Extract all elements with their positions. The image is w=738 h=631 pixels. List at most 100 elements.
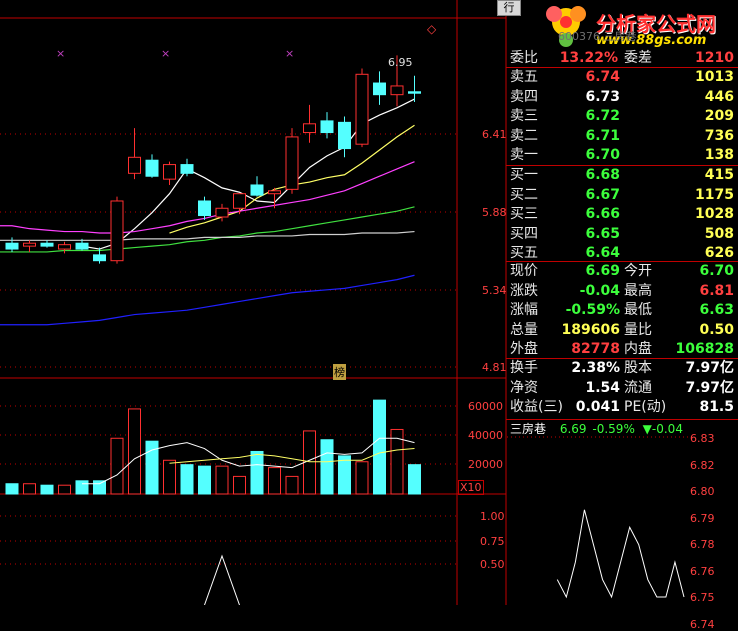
candle-body[interactable] bbox=[93, 254, 106, 262]
candle-body[interactable] bbox=[5, 242, 19, 250]
mini-axis-label: 6.82 bbox=[690, 458, 715, 472]
volume-bar[interactable] bbox=[408, 464, 421, 495]
order-price: 6.73 bbox=[585, 88, 620, 105]
volume-axis-label: 60000 bbox=[468, 400, 503, 413]
volume-bar[interactable] bbox=[373, 399, 386, 495]
candle-body[interactable] bbox=[145, 159, 159, 177]
volume-bar[interactable] bbox=[338, 455, 351, 495]
candlestick-series[interactable] bbox=[5, 55, 421, 264]
candle-body[interactable] bbox=[373, 82, 386, 96]
rank-marker[interactable]: 榜 bbox=[333, 364, 346, 380]
volume-bar[interactable] bbox=[40, 484, 54, 495]
candle-body[interactable] bbox=[180, 164, 194, 174]
candle-body[interactable] bbox=[198, 200, 211, 217]
candle-body[interactable] bbox=[390, 85, 404, 96]
volume-bar[interactable] bbox=[320, 439, 334, 495]
candle-body[interactable] bbox=[303, 123, 316, 134]
weibi-row: 委比 13.22% 委差 1210 bbox=[506, 49, 738, 67]
volume-bar[interactable] bbox=[233, 475, 246, 495]
stat-value: 6.63 bbox=[699, 302, 734, 318]
stat-row: 涨幅 -0.59% 最低 6.63 bbox=[506, 301, 738, 319]
mini-axis-label: 6.83 bbox=[690, 432, 715, 445]
stat-label: 内盘 bbox=[624, 341, 652, 357]
stat-row: 总量 189606 量比 0.50 bbox=[506, 321, 738, 339]
ask-row[interactable]: 卖二 6.71 736 bbox=[506, 127, 738, 145]
candle-body[interactable] bbox=[128, 156, 141, 174]
diamond-icon[interactable]: ◇ bbox=[427, 22, 436, 36]
order-price: 6.71 bbox=[585, 127, 620, 144]
candle-body[interactable] bbox=[233, 193, 246, 209]
candle-body[interactable] bbox=[215, 207, 229, 218]
bid-row[interactable]: 买三 6.66 1028 bbox=[506, 205, 738, 223]
stat-label: 量比 bbox=[624, 321, 652, 338]
order-price: 6.72 bbox=[585, 108, 620, 124]
order-volume: 1028 bbox=[695, 206, 734, 222]
volume-bar[interactable] bbox=[268, 467, 281, 495]
candle-body[interactable] bbox=[320, 120, 334, 134]
stat-value: 0.50 bbox=[699, 321, 734, 338]
candle-body[interactable] bbox=[75, 242, 89, 250]
candle-body[interactable] bbox=[338, 121, 351, 150]
volume-bars[interactable] bbox=[5, 399, 421, 495]
volume-bar[interactable] bbox=[58, 484, 71, 495]
bid-row[interactable]: 买四 6.65 508 bbox=[506, 225, 738, 243]
ask-row[interactable]: 卖三 6.72 209 bbox=[506, 107, 738, 125]
candle-body[interactable] bbox=[408, 91, 421, 94]
bid-row[interactable]: 买二 6.67 1175 bbox=[506, 186, 738, 204]
ghost-stock-name: 600376 三房巷 bbox=[558, 30, 637, 43]
candle-body[interactable] bbox=[23, 242, 36, 247]
weibi-value: 13.22% bbox=[559, 50, 618, 66]
stat-label: 收益(三) bbox=[510, 399, 563, 415]
candle-body[interactable] bbox=[40, 242, 54, 247]
volume-bar[interactable] bbox=[110, 437, 124, 495]
mini-chart-title[interactable]: 三房巷 6.69 -0.59% ▼-0.04 bbox=[510, 421, 683, 437]
volume-bar[interactable] bbox=[250, 450, 264, 495]
order-price: 6.70 bbox=[585, 147, 620, 163]
candle-body[interactable] bbox=[250, 184, 264, 196]
stat-label: 净资 bbox=[510, 379, 538, 396]
site-logo[interactable]: 分析家公式网 www.88gs.com 600376 三房巷 bbox=[536, 0, 738, 50]
bid-row[interactable]: 买五 6.64 626 bbox=[506, 244, 738, 262]
stat-label: 最高 bbox=[624, 282, 652, 299]
volume-bar[interactable] bbox=[180, 464, 194, 495]
volume-bar[interactable] bbox=[23, 483, 36, 495]
order-volume: 1175 bbox=[695, 186, 734, 203]
order-label: 卖四 bbox=[510, 88, 538, 105]
candle-body[interactable] bbox=[355, 73, 369, 145]
indicator-line bbox=[204, 554, 240, 605]
volume-bar[interactable] bbox=[163, 459, 176, 495]
candle-body[interactable] bbox=[285, 136, 299, 190]
volume-bar[interactable] bbox=[93, 480, 106, 495]
stat-value: 81.5 bbox=[699, 399, 734, 415]
volume-bar[interactable] bbox=[75, 480, 89, 495]
order-label: 买五 bbox=[510, 245, 538, 261]
tab-toolbar[interactable]: 行 bbox=[497, 0, 521, 16]
stat-value: -0.04 bbox=[579, 282, 620, 299]
stat-value: 1.54 bbox=[585, 379, 620, 396]
indicator-axis-label: 0.75 bbox=[480, 535, 505, 548]
mini-axis-label: 6.75 bbox=[690, 591, 715, 604]
volume-axis-label: 40000 bbox=[468, 429, 503, 442]
ask-row[interactable]: 卖四 6.73 446 bbox=[506, 88, 738, 106]
order-label: 卖三 bbox=[510, 108, 538, 124]
volume-bar[interactable] bbox=[128, 408, 141, 495]
intraday-mini-chart[interactable] bbox=[507, 436, 688, 599]
volume-bar[interactable] bbox=[355, 461, 369, 495]
candle-body[interactable] bbox=[110, 200, 124, 262]
stat-value: 2.38% bbox=[571, 360, 620, 376]
ask-row[interactable]: 卖五 6.74 1013 bbox=[506, 68, 738, 86]
candle-body[interactable] bbox=[58, 244, 71, 250]
volume-bar[interactable] bbox=[285, 475, 299, 495]
bid-row[interactable]: 买一 6.68 415 bbox=[506, 166, 738, 184]
ma-line-ma120 bbox=[0, 274, 415, 326]
indicator-series-line bbox=[204, 554, 240, 605]
candle-body[interactable] bbox=[163, 164, 176, 180]
stat-row: 外盘 82778 内盘 106828 bbox=[506, 340, 738, 358]
volume-bar[interactable] bbox=[5, 483, 19, 495]
ask-row[interactable]: 卖一 6.70 138 bbox=[506, 146, 738, 164]
candle-body[interactable] bbox=[268, 190, 281, 195]
volume-bar[interactable] bbox=[215, 465, 229, 495]
volume-bar[interactable] bbox=[198, 465, 211, 495]
stat-label: 涨幅 bbox=[510, 302, 538, 318]
stat-label: 现价 bbox=[510, 263, 538, 279]
